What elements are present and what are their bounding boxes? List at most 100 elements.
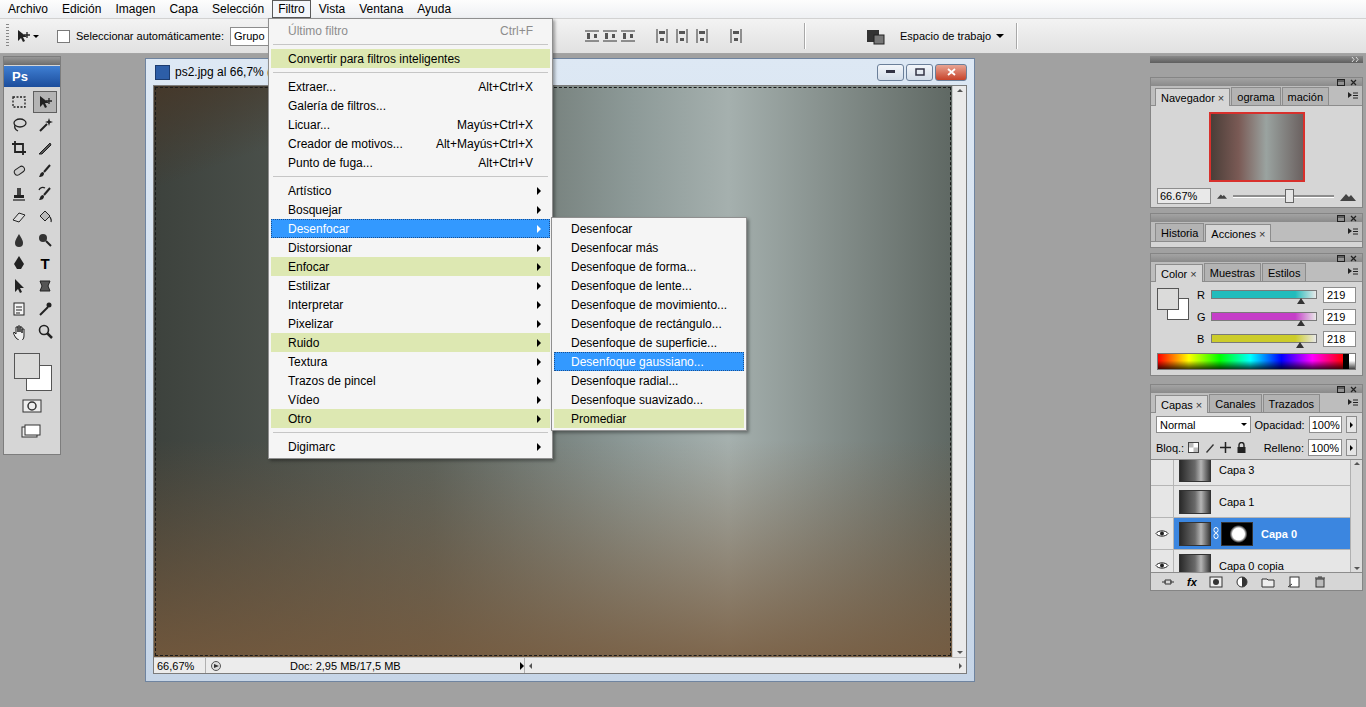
eraser-tool[interactable] bbox=[7, 206, 31, 228]
tab-close-button[interactable]: × bbox=[1190, 268, 1196, 280]
menu-item[interactable]: Desenfoque gaussiano... bbox=[554, 352, 744, 371]
path-tool[interactable] bbox=[7, 275, 31, 297]
blend-mode-dropdown[interactable]: Normal bbox=[1156, 416, 1251, 433]
layer-row[interactable]: Capa 0 copia bbox=[1151, 550, 1350, 572]
group-icon[interactable] bbox=[1261, 576, 1275, 588]
layer-visibility-toggle[interactable] bbox=[1151, 550, 1174, 572]
panel-group-bar[interactable] bbox=[1151, 78, 1362, 86]
layer-row[interactable]: Capa 1 bbox=[1151, 486, 1350, 518]
menu-item[interactable]: Desenfoque radial... bbox=[554, 371, 744, 390]
align-left-icon[interactable] bbox=[654, 28, 670, 44]
panel-tab[interactable]: Muestras bbox=[1204, 263, 1261, 281]
panel-tab[interactable]: Capas× bbox=[1155, 395, 1208, 413]
minimize-button[interactable] bbox=[877, 64, 904, 81]
layer-style-button[interactable]: fx bbox=[1187, 576, 1197, 588]
toolbar-grip[interactable] bbox=[6, 24, 9, 48]
marquee-tool[interactable] bbox=[7, 91, 31, 113]
mask-link-icon[interactable] bbox=[1213, 527, 1219, 539]
menu-item[interactable]: Bosquejar bbox=[271, 200, 550, 219]
menu-item[interactable]: Ruido bbox=[271, 333, 550, 352]
zoom-out-icon[interactable] bbox=[1217, 193, 1227, 199]
menu-item[interactable]: Desenfoque de movimiento... bbox=[554, 295, 744, 314]
zoom-field[interactable]: 66,67% bbox=[154, 658, 206, 673]
dodge-tool[interactable] bbox=[33, 229, 57, 251]
fill-field[interactable]: 100% bbox=[1308, 439, 1342, 456]
lasso-tool[interactable] bbox=[7, 114, 31, 136]
close-icon[interactable] bbox=[1350, 215, 1357, 222]
panel-tab[interactable]: Estilos bbox=[1262, 263, 1306, 281]
layer-list-scrollbar[interactable] bbox=[1350, 460, 1362, 572]
menu-item[interactable]: Distorsionar bbox=[271, 238, 550, 257]
align-top-icon[interactable] bbox=[584, 28, 600, 44]
menu-item[interactable]: Pixelizar bbox=[271, 314, 550, 333]
minimize-icon[interactable] bbox=[1337, 79, 1345, 86]
menu-item[interactable]: Desenfocar más bbox=[554, 238, 744, 257]
align-right-icon[interactable] bbox=[694, 28, 710, 44]
panel-tab[interactable]: Trazados bbox=[1263, 394, 1320, 412]
menu-item[interactable]: Desenfocar bbox=[271, 219, 550, 238]
delete-icon[interactable] bbox=[1313, 576, 1327, 588]
opacity-field[interactable]: 100% bbox=[1309, 416, 1342, 433]
menu-item[interactable]: Convertir para filtros inteligentes bbox=[271, 49, 550, 68]
layer-row[interactable]: Capa 0 bbox=[1151, 518, 1350, 550]
adjustment-icon[interactable] bbox=[1235, 576, 1249, 588]
maximize-button[interactable] bbox=[906, 64, 933, 81]
eyedropper-tool[interactable] bbox=[33, 298, 57, 320]
minimize-icon[interactable] bbox=[1337, 215, 1345, 222]
menu-item[interactable]: Digimarc bbox=[271, 437, 550, 456]
tab-close-button[interactable]: × bbox=[1218, 92, 1224, 104]
panel-menu-button[interactable] bbox=[1348, 228, 1362, 236]
color-channel-value[interactable]: 219 bbox=[1323, 287, 1356, 303]
menu-title[interactable]: Imagen bbox=[109, 0, 161, 18]
blur-tool[interactable] bbox=[7, 229, 31, 251]
zoom-tool[interactable] bbox=[33, 321, 57, 343]
color-channel-value[interactable]: 218 bbox=[1323, 331, 1356, 347]
eye-icon[interactable] bbox=[1155, 529, 1169, 538]
hand-tool[interactable] bbox=[7, 321, 31, 343]
panel-menu-icon[interactable] bbox=[1348, 228, 1358, 236]
menu-item[interactable]: Desenfocar bbox=[554, 219, 744, 238]
menu-title[interactable]: Ventana bbox=[353, 0, 409, 18]
slice-tool[interactable] bbox=[33, 137, 57, 159]
lock-position-icon[interactable] bbox=[1220, 442, 1231, 453]
menu-title[interactable]: Filtro bbox=[272, 0, 311, 18]
move-tool[interactable] bbox=[33, 91, 57, 113]
menu-item[interactable]: Otro bbox=[271, 409, 550, 428]
panel-menu-icon[interactable] bbox=[1348, 92, 1358, 100]
menu-item[interactable]: Vídeo bbox=[271, 390, 550, 409]
menu-title[interactable]: Selección bbox=[206, 0, 270, 18]
align-bottom-icon[interactable] bbox=[620, 28, 636, 44]
collapse-dock-icon[interactable] bbox=[1351, 57, 1359, 62]
panel-tab[interactable]: Acciones× bbox=[1205, 224, 1271, 242]
zoom-in-icon[interactable] bbox=[1340, 192, 1356, 201]
fill-slider-button[interactable] bbox=[1346, 439, 1357, 456]
heal-tool[interactable] bbox=[7, 160, 31, 182]
workspace-menu[interactable]: Espacio de trabajo bbox=[900, 30, 1004, 42]
bucket-tool[interactable] bbox=[33, 206, 57, 228]
panel-menu-icon[interactable] bbox=[1348, 399, 1358, 407]
close-button[interactable] bbox=[935, 64, 967, 81]
foreground-color-swatch[interactable] bbox=[14, 353, 40, 379]
layer-visibility-toggle[interactable] bbox=[1151, 486, 1174, 517]
menu-item[interactable]: Galería de filtros... bbox=[271, 96, 550, 115]
layer-row[interactable]: Capa 3 bbox=[1151, 459, 1350, 486]
quick-mask-button[interactable] bbox=[22, 399, 42, 416]
vertical-scrollbar[interactable] bbox=[952, 86, 966, 657]
menu-title[interactable]: Archivo bbox=[2, 0, 54, 18]
menu-item[interactable]: Desenfoque de rectángulo... bbox=[554, 314, 744, 333]
layer-visibility-toggle[interactable] bbox=[1151, 518, 1174, 549]
minimize-icon[interactable] bbox=[1337, 386, 1345, 393]
stamp-tool[interactable] bbox=[7, 183, 31, 205]
align-center-icon[interactable] bbox=[674, 28, 690, 44]
brush-tool[interactable] bbox=[33, 160, 57, 182]
panel-menu-button[interactable] bbox=[1348, 268, 1362, 276]
opacity-slider-button[interactable] bbox=[1346, 416, 1357, 433]
close-icon[interactable] bbox=[1350, 386, 1357, 393]
lock-image-icon[interactable] bbox=[1204, 442, 1215, 453]
panel-tab[interactable]: ograma bbox=[1231, 87, 1280, 105]
menu-item[interactable]: Extraer...Alt+Ctrl+X bbox=[271, 77, 550, 96]
menu-item[interactable]: Interpretar bbox=[271, 295, 550, 314]
menu-item[interactable]: Licuar...Mayús+Ctrl+X bbox=[271, 115, 550, 134]
notes-tool[interactable] bbox=[7, 298, 31, 320]
bridge-icon[interactable] bbox=[866, 27, 886, 45]
